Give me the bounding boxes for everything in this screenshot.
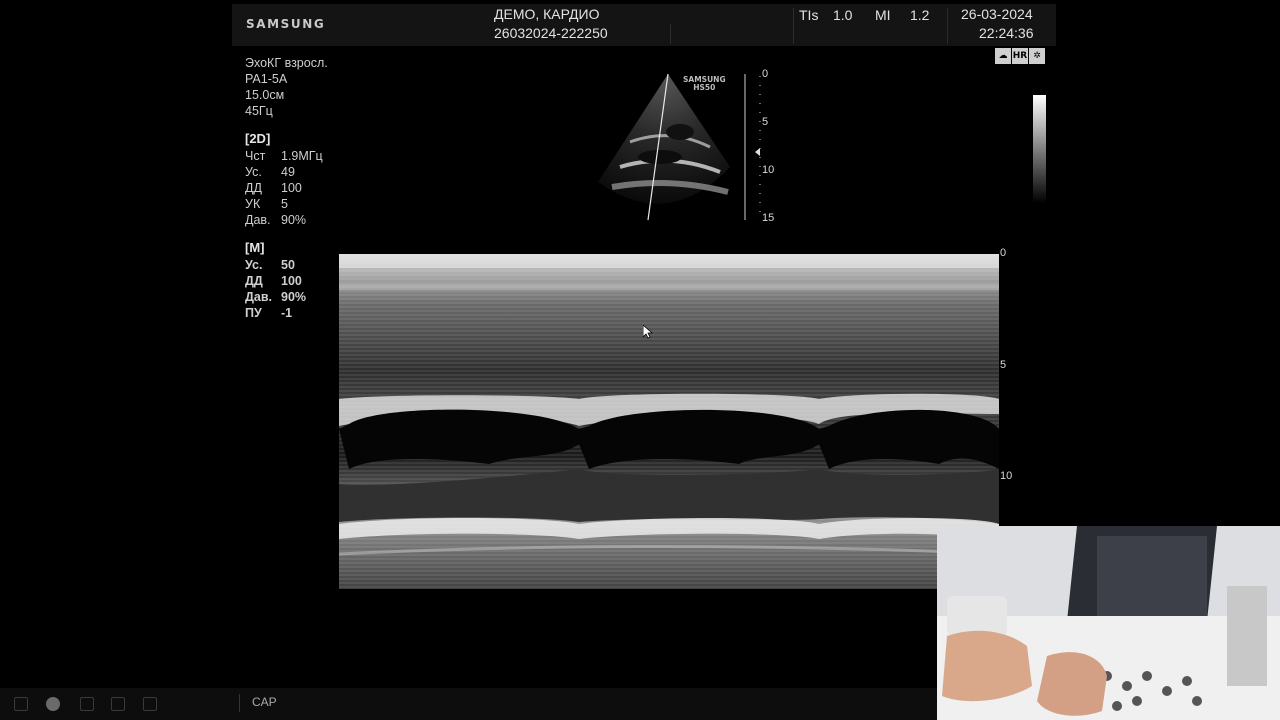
param-value: 50	[281, 258, 295, 272]
cloud-icon: ☁	[995, 48, 1011, 64]
param-row: Дав. 90%	[245, 212, 323, 228]
exam-time: 22:24:36	[979, 25, 1034, 41]
param-row: ДД 100	[245, 180, 323, 196]
param-key: Чст	[245, 149, 266, 163]
tis-label: TIs	[799, 7, 819, 23]
param-row: Дав. 90%	[245, 289, 306, 305]
param-key: ДД	[245, 274, 263, 288]
param-row: Ус. 49	[245, 164, 323, 180]
status-icons: ☁ HR ✲	[995, 48, 1045, 64]
tis-value: 1.0	[833, 7, 853, 23]
param-row: ПУ -1	[245, 305, 306, 321]
depth-tick-5: 5	[762, 116, 769, 128]
depth-tick-15: 15	[762, 212, 775, 224]
brand-logo: SAMSUNG	[246, 17, 326, 31]
operator-video-inset	[937, 526, 1280, 720]
param-key: ПУ	[245, 306, 262, 320]
params-m-title: [M]	[245, 240, 265, 255]
mouse-cursor-icon	[643, 325, 653, 339]
params-2d-title: [2D]	[245, 131, 271, 146]
caps-lock-indicator: CAP	[252, 695, 277, 709]
study-id: 26032024-222250	[494, 25, 608, 41]
snowflake-icon: ✲	[1029, 48, 1045, 64]
param-key: УК	[245, 197, 261, 211]
depth-value: 15.0см	[245, 88, 285, 102]
depth-tick-0: 0	[762, 68, 769, 80]
delete-icon[interactable]	[80, 697, 94, 711]
depth-tick-10: 10	[762, 164, 775, 176]
frame-rate: 45Гц	[245, 104, 273, 118]
mi-value: 1.2	[910, 7, 930, 23]
param-key: ДД	[245, 181, 262, 195]
bottom-status-bar: CAP	[0, 688, 937, 720]
preset-info: ЭхоКГ взросл. PA1-5A 15.0см 45Гц	[245, 55, 328, 119]
param-row: УК 5	[245, 196, 323, 212]
operator-video-image	[937, 526, 1280, 720]
param-value: 1.9МГц	[281, 149, 323, 163]
window-icon[interactable]	[14, 697, 28, 711]
param-value: 90%	[281, 213, 307, 227]
record-icon[interactable]	[46, 697, 60, 711]
exam-date: 26-03-2024	[961, 6, 1033, 22]
param-row: Ус. 50	[245, 257, 306, 273]
patient-name: ДЕМО, КАРДИО	[494, 6, 600, 22]
probe-model-label: SAMSUNG HS50	[683, 76, 726, 92]
header-bar: SAMSUNG ДЕМО, КАРДИО 26032024-222250 TIs…	[232, 4, 1056, 46]
param-key: Дав.	[245, 213, 271, 227]
m-depth-tick-5: 5	[1000, 359, 1007, 371]
m-mode-display	[339, 254, 999, 589]
param-value: 49	[281, 165, 295, 179]
param-key: Ус.	[245, 258, 263, 272]
param-value: 100	[281, 274, 302, 288]
param-key: Ус.	[245, 165, 262, 179]
hr-badge-icon: HR	[1012, 48, 1028, 64]
param-value: 100	[281, 181, 302, 195]
mi-label: MI	[875, 7, 891, 23]
params-2d: [2D] Чст 1.9МГц Ус. 49 ДД 100 УК 5 Дав. 90%	[245, 131, 323, 228]
m-depth-tick-10: 10	[1000, 470, 1013, 482]
print-icon[interactable]	[111, 697, 125, 711]
probe-name: PA1-5A	[245, 72, 288, 86]
param-value: 90%	[281, 290, 307, 304]
grayscale-bar	[1033, 95, 1046, 203]
sector-model: HS50	[693, 83, 716, 92]
m-mode-trace	[339, 254, 999, 589]
exam-preset: ЭхоКГ взросл.	[245, 56, 328, 70]
param-row: ДД 100	[245, 273, 306, 289]
m-depth-tick-0: 0	[1000, 247, 1007, 259]
param-value: -1	[281, 306, 293, 320]
param-value: 5	[281, 197, 288, 211]
2d-sector-image	[598, 73, 730, 221]
2d-depth-scale	[744, 74, 761, 220]
params-m: [M] Ус. 50 ДД 100 Дав. 90% ПУ -1	[245, 240, 306, 321]
param-row: Чст 1.9МГц	[245, 148, 323, 164]
param-key: Дав.	[245, 290, 273, 304]
display-icon[interactable]	[143, 697, 157, 711]
